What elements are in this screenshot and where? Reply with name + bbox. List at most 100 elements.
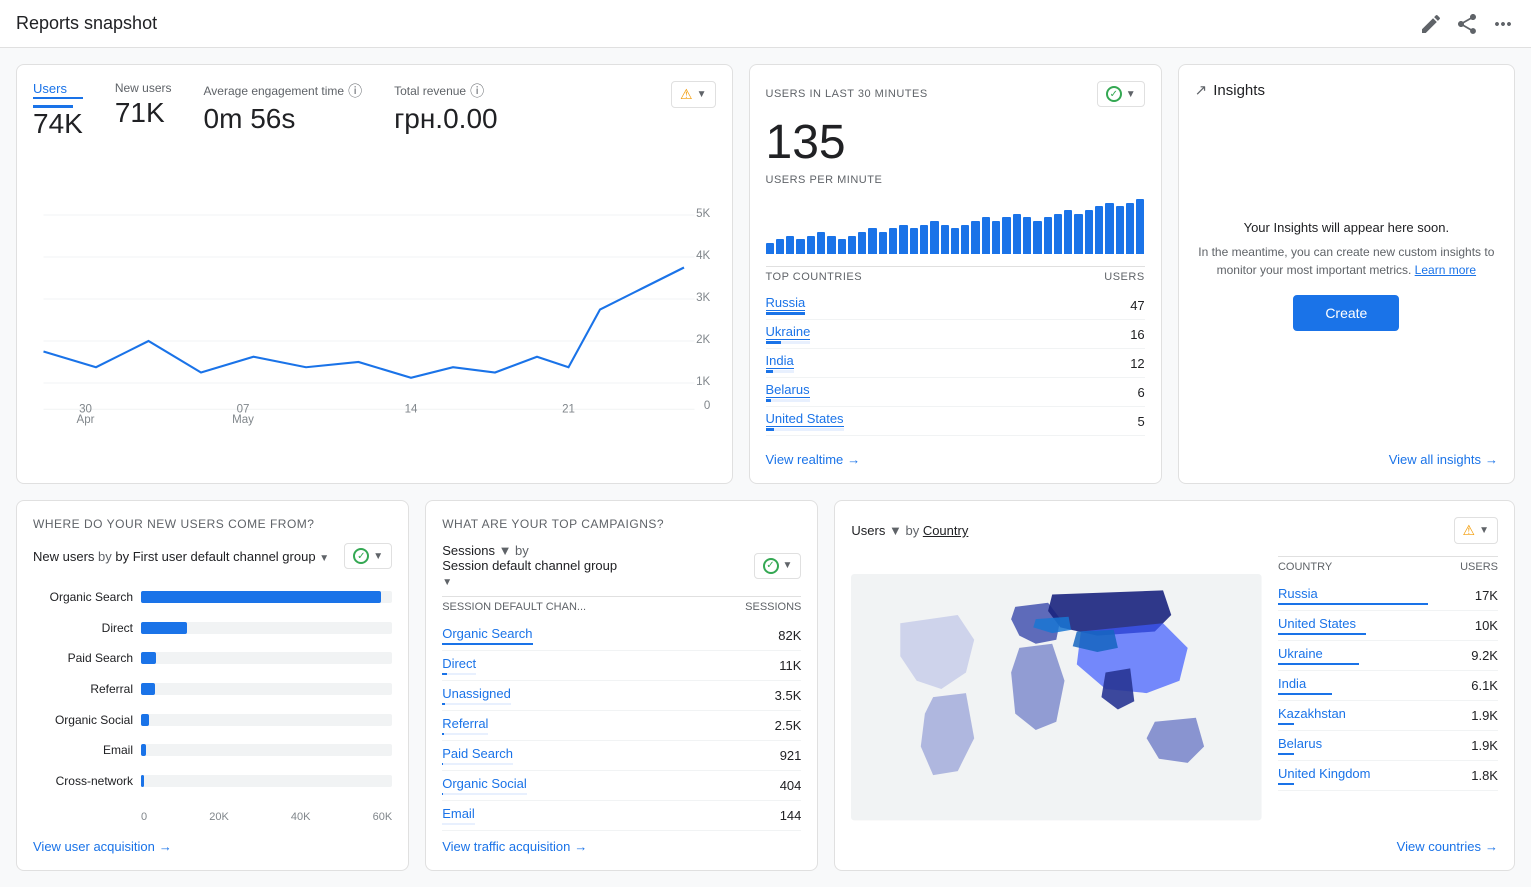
map-country-name[interactable]: India (1278, 676, 1306, 691)
map-content: COUNTRY USERS Russia 17K United States 1… (851, 556, 1498, 839)
mini-bar (961, 225, 969, 254)
mini-bar (1013, 214, 1021, 254)
session-name[interactable]: Organic Social (442, 776, 527, 791)
bar-label: Referral (33, 682, 133, 696)
session-name[interactable]: Paid Search (442, 746, 513, 761)
users-status-btn[interactable]: ⚠ ▼ (671, 81, 715, 108)
dashboard: Users 74K New users 71K Average engageme… (0, 48, 1531, 887)
map-country-name[interactable]: Ukraine (1278, 646, 1323, 661)
engagement-label: Average engagement time ⓘ (204, 81, 363, 101)
map-status-btn[interactable]: ⚠ ▼ (1454, 517, 1498, 544)
mini-bar (1126, 203, 1134, 254)
campaigns-status-btn[interactable]: ✓ ▼ (754, 553, 802, 579)
bar-row: Paid Search (33, 651, 392, 665)
mini-bar (971, 221, 979, 254)
country-bar (766, 428, 844, 431)
revenue-help-icon[interactable]: ⓘ (470, 81, 484, 101)
map-country-bar (1278, 783, 1295, 785)
view-realtime-link[interactable]: View realtime → (766, 452, 1145, 467)
check-icon: ✓ (766, 560, 774, 571)
dropdown-icon[interactable]: ▼ (442, 577, 452, 588)
mini-bar (1105, 203, 1113, 254)
view-all-insights-link[interactable]: View all insights → (1195, 452, 1498, 467)
mini-bar (920, 225, 928, 254)
session-channel-subtitle[interactable]: Session default channel group (442, 558, 617, 573)
bar-fill (141, 652, 156, 664)
new-users-subtitle[interactable]: New users (33, 549, 94, 564)
session-bar (442, 733, 488, 735)
acquisition-section-title: WHERE DO YOUR NEW USERS COME FROM? (33, 517, 392, 531)
session-value: 11K (779, 658, 801, 673)
session-name[interactable]: Referral (442, 716, 488, 731)
insights-title: ↗ Insights (1195, 81, 1498, 99)
mini-bar (992, 221, 1000, 254)
view-user-acquisition-link[interactable]: View user acquisition → (33, 839, 392, 854)
engagement-metric: Average engagement time ⓘ 0m 56s (204, 81, 363, 135)
session-bar (442, 763, 513, 765)
country-row: India 12 (766, 349, 1145, 378)
session-bar (442, 823, 475, 825)
map-country-name[interactable]: Kazakhstan (1278, 706, 1346, 721)
sessions-subtitle[interactable]: Sessions (442, 543, 495, 558)
country-name[interactable]: Ukraine (766, 324, 811, 340)
campaigns-section-title: WHAT ARE YOUR TOP CAMPAIGNS? (442, 517, 801, 531)
realtime-status-btn[interactable]: ✓ ▼ (1097, 81, 1145, 107)
more-icon[interactable] (1491, 12, 1515, 36)
mini-bar (1116, 206, 1124, 254)
session-row: Direct 11K (442, 651, 801, 681)
share-icon[interactable] (1455, 12, 1479, 36)
country-subtitle[interactable]: Country (923, 523, 969, 538)
session-name[interactable]: Direct (442, 656, 476, 671)
view-traffic-acquisition-link[interactable]: View traffic acquisition → (442, 831, 801, 854)
map-country-name[interactable]: United Kingdom (1278, 766, 1371, 781)
country-name[interactable]: United States (766, 411, 844, 427)
arrow-right-icon: → (159, 839, 172, 854)
warn-icon: ⚠ (1463, 522, 1476, 539)
create-button[interactable]: Create (1293, 295, 1399, 331)
map-country-bar (1278, 693, 1332, 695)
country-bar (766, 399, 810, 402)
realtime-header: USERS IN LAST 30 MINUTES ✓ ▼ (766, 81, 1145, 107)
users-map-label[interactable]: Users (851, 523, 885, 538)
map-country-name[interactable]: Belarus (1278, 736, 1322, 751)
mini-bar-chart (766, 194, 1145, 254)
sessions-header: SESSION DEFAULT CHAN... SESSIONS (442, 596, 801, 617)
acquisition-status-btn[interactable]: ✓ ▼ (344, 543, 392, 569)
bar-track (141, 683, 392, 695)
bar-label: Paid Search (33, 651, 133, 665)
mini-bar (1023, 217, 1031, 254)
mini-bar (796, 239, 804, 254)
bar-track (141, 714, 392, 726)
channel-group-subtitle[interactable]: by First user default channel group (115, 549, 315, 564)
page-title: Reports snapshot (16, 13, 157, 34)
engagement-value: 0m 56s (204, 103, 363, 135)
mini-bar (982, 217, 990, 254)
session-name[interactable]: Unassigned (442, 686, 511, 701)
arrow-right-icon: → (574, 839, 587, 854)
map-country-name[interactable]: Russia (1278, 586, 1318, 601)
session-name[interactable]: Email (442, 806, 475, 821)
map-country-row: Kazakhstan 1.9K (1278, 701, 1498, 731)
users-col-label: USERS (1104, 271, 1144, 283)
country-row: Ukraine 16 (766, 320, 1145, 349)
status-circle: ✓ (763, 558, 779, 574)
map-country-name[interactable]: United States (1278, 616, 1356, 631)
users-label[interactable]: Users (33, 81, 83, 99)
learn-more-link[interactable]: Learn more (1415, 263, 1476, 277)
mini-bar (899, 225, 907, 254)
edit-icon[interactable] (1419, 12, 1443, 36)
mini-bar (951, 228, 959, 254)
arrow-right-icon: → (1485, 839, 1498, 854)
session-row: Email 144 (442, 801, 801, 831)
session-name[interactable]: Organic Search (442, 626, 532, 641)
map-country-value: 10K (1475, 618, 1498, 633)
country-name[interactable]: Russia (766, 295, 806, 311)
country-name[interactable]: Belarus (766, 382, 810, 398)
warn-icon: ⚠ (680, 86, 693, 103)
view-countries-link[interactable]: View countries → (851, 839, 1498, 854)
status-circle: ✓ (353, 548, 369, 564)
acquisition-card: WHERE DO YOUR NEW USERS COME FROM? New u… (16, 500, 409, 871)
engagement-help-icon[interactable]: ⓘ (348, 81, 362, 101)
dropdown-icon[interactable]: ▼ (319, 553, 329, 564)
country-name[interactable]: India (766, 353, 794, 369)
